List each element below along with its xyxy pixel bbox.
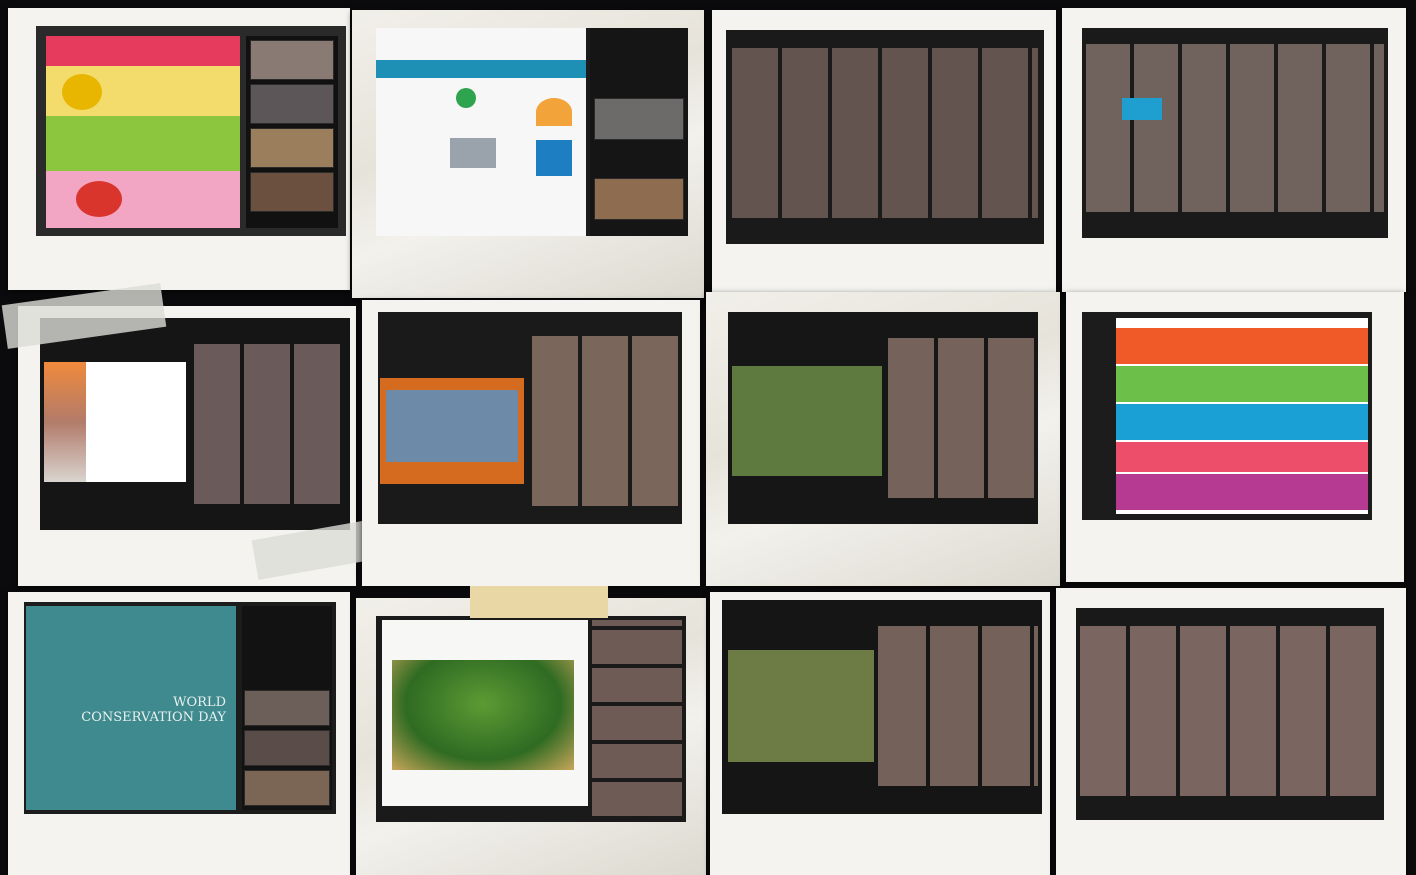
tree-photo xyxy=(392,660,574,770)
slide-panel xyxy=(46,36,240,228)
video-panel xyxy=(732,366,882,476)
zoom-screen-7 xyxy=(728,312,1038,524)
slide-panel xyxy=(1116,318,1368,514)
photo-frame-5 xyxy=(1,283,397,586)
zoom-screen-1 xyxy=(36,26,346,236)
zoom-screen-8 xyxy=(1082,312,1372,520)
photo-frame-2 xyxy=(352,10,704,298)
slide-panel xyxy=(380,378,524,484)
photo-frame-3 xyxy=(712,10,1056,300)
zoom-screen-11 xyxy=(722,600,1042,814)
participant-tiles xyxy=(246,36,338,228)
photo-frame-11 xyxy=(710,592,1050,875)
slide-panel xyxy=(382,620,588,806)
zoom-screen-9: WORLD CONSERVATION DAY xyxy=(24,602,336,814)
zoom-screen-5 xyxy=(40,318,350,530)
photo-frame-4 xyxy=(1062,8,1406,292)
zoom-screen-10 xyxy=(376,616,686,822)
photo-frame-10 xyxy=(356,586,706,875)
photo-frame-7 xyxy=(706,292,1060,586)
tape xyxy=(470,586,608,618)
slide-title: WORLD CONSERVATION DAY xyxy=(81,695,226,725)
participant-tiles xyxy=(242,606,332,810)
participant-tiles xyxy=(590,28,688,236)
zoom-screen-3 xyxy=(726,30,1044,244)
photo-frame-1 xyxy=(8,8,350,290)
photo-frame-12 xyxy=(1056,588,1406,875)
video-panel xyxy=(728,650,874,762)
zoom-screen-2 xyxy=(376,28,688,236)
zoom-screen-4 xyxy=(1082,28,1388,238)
zoom-screen-12 xyxy=(1076,608,1384,820)
slide-panel: WORLD CONSERVATION DAY xyxy=(26,606,236,810)
photo-frame-6 xyxy=(362,300,700,586)
zoom-screen-6 xyxy=(378,312,682,524)
photo-frame-8 xyxy=(1066,292,1404,582)
slide-panel xyxy=(44,362,186,482)
slide-panel xyxy=(376,28,586,236)
photo-frame-9: WORLD CONSERVATION DAY xyxy=(8,592,350,875)
